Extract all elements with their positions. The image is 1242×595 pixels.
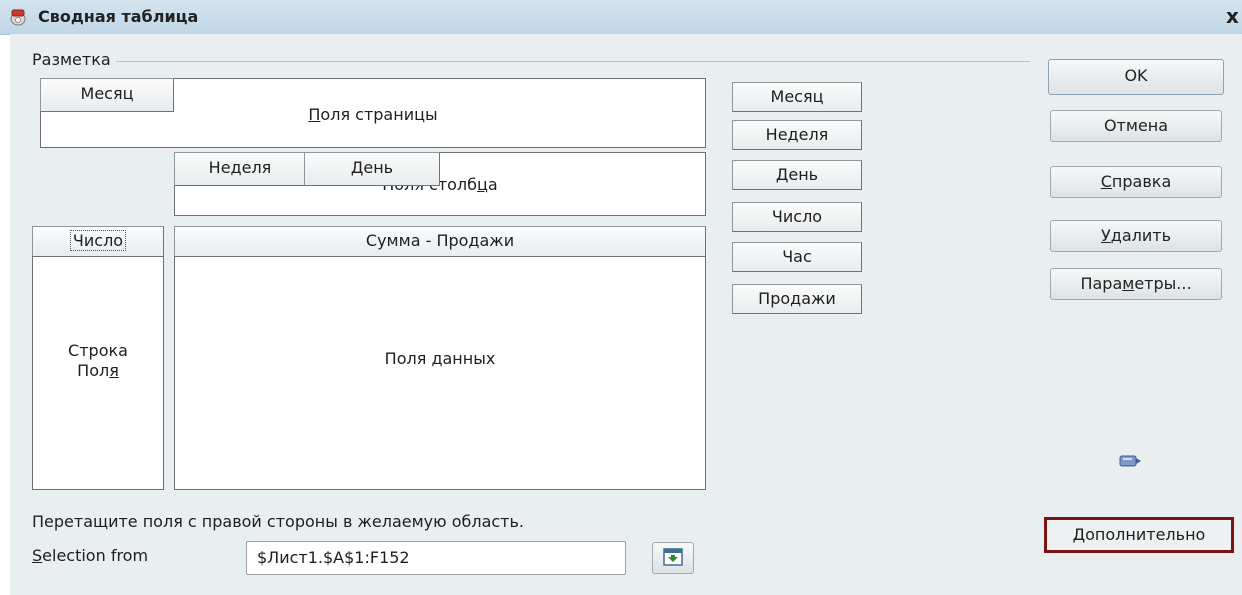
- close-button[interactable]: x: [1226, 4, 1239, 28]
- drag-cursor-icon: [1119, 455, 1141, 467]
- column-field-day[interactable]: День: [304, 152, 440, 186]
- pivot-table-icon: [10, 9, 26, 26]
- layout-section-label: Разметка: [32, 50, 111, 69]
- column-field-week[interactable]: Неделя: [174, 152, 306, 186]
- data-fields-area[interactable]: Поля данных: [174, 256, 706, 490]
- pivot-table-dialog: Разметка Поля страницы Месяц Поля столбц…: [10, 34, 1242, 595]
- title-bar: Сводная таблица x: [0, 0, 1242, 35]
- page-field-month[interactable]: Месяц: [40, 78, 174, 112]
- ok-button[interactable]: OK: [1048, 59, 1224, 95]
- shrink-selection-button[interactable]: [652, 542, 694, 574]
- advanced-button[interactable]: Дополнительно: [1044, 517, 1234, 553]
- available-field-sales[interactable]: Продажи: [732, 284, 862, 314]
- available-field-number[interactable]: Число: [732, 202, 862, 232]
- drag-hint-text: Перетащите поля с правой стороны в желае…: [32, 512, 525, 531]
- selection-from-label: Selection from: [32, 546, 149, 565]
- data-field-sum-sales[interactable]: Сумма - Продажи: [174, 226, 706, 258]
- row-fields-label: Строка Поля: [68, 341, 128, 380]
- window-title: Сводная таблица: [38, 7, 199, 26]
- row-fields-area[interactable]: Строка Поля: [32, 256, 164, 490]
- cancel-button[interactable]: Отмена: [1050, 110, 1222, 142]
- row-field-number[interactable]: Число: [32, 226, 164, 258]
- shrink-selection-icon: [663, 548, 683, 566]
- available-field-week[interactable]: Неделя: [732, 120, 862, 150]
- help-button[interactable]: Справка: [1050, 166, 1222, 198]
- options-button[interactable]: Параметры...: [1050, 268, 1222, 300]
- delete-button[interactable]: Удалить: [1050, 220, 1222, 252]
- available-field-hour[interactable]: Час: [732, 242, 862, 272]
- section-divider: [116, 61, 1030, 62]
- selection-range-input[interactable]: $Лист1.$A$1:F152: [246, 541, 626, 575]
- available-field-day[interactable]: День: [732, 160, 862, 190]
- data-fields-label: Поля данных: [384, 349, 496, 368]
- available-field-month[interactable]: Месяц: [732, 82, 862, 112]
